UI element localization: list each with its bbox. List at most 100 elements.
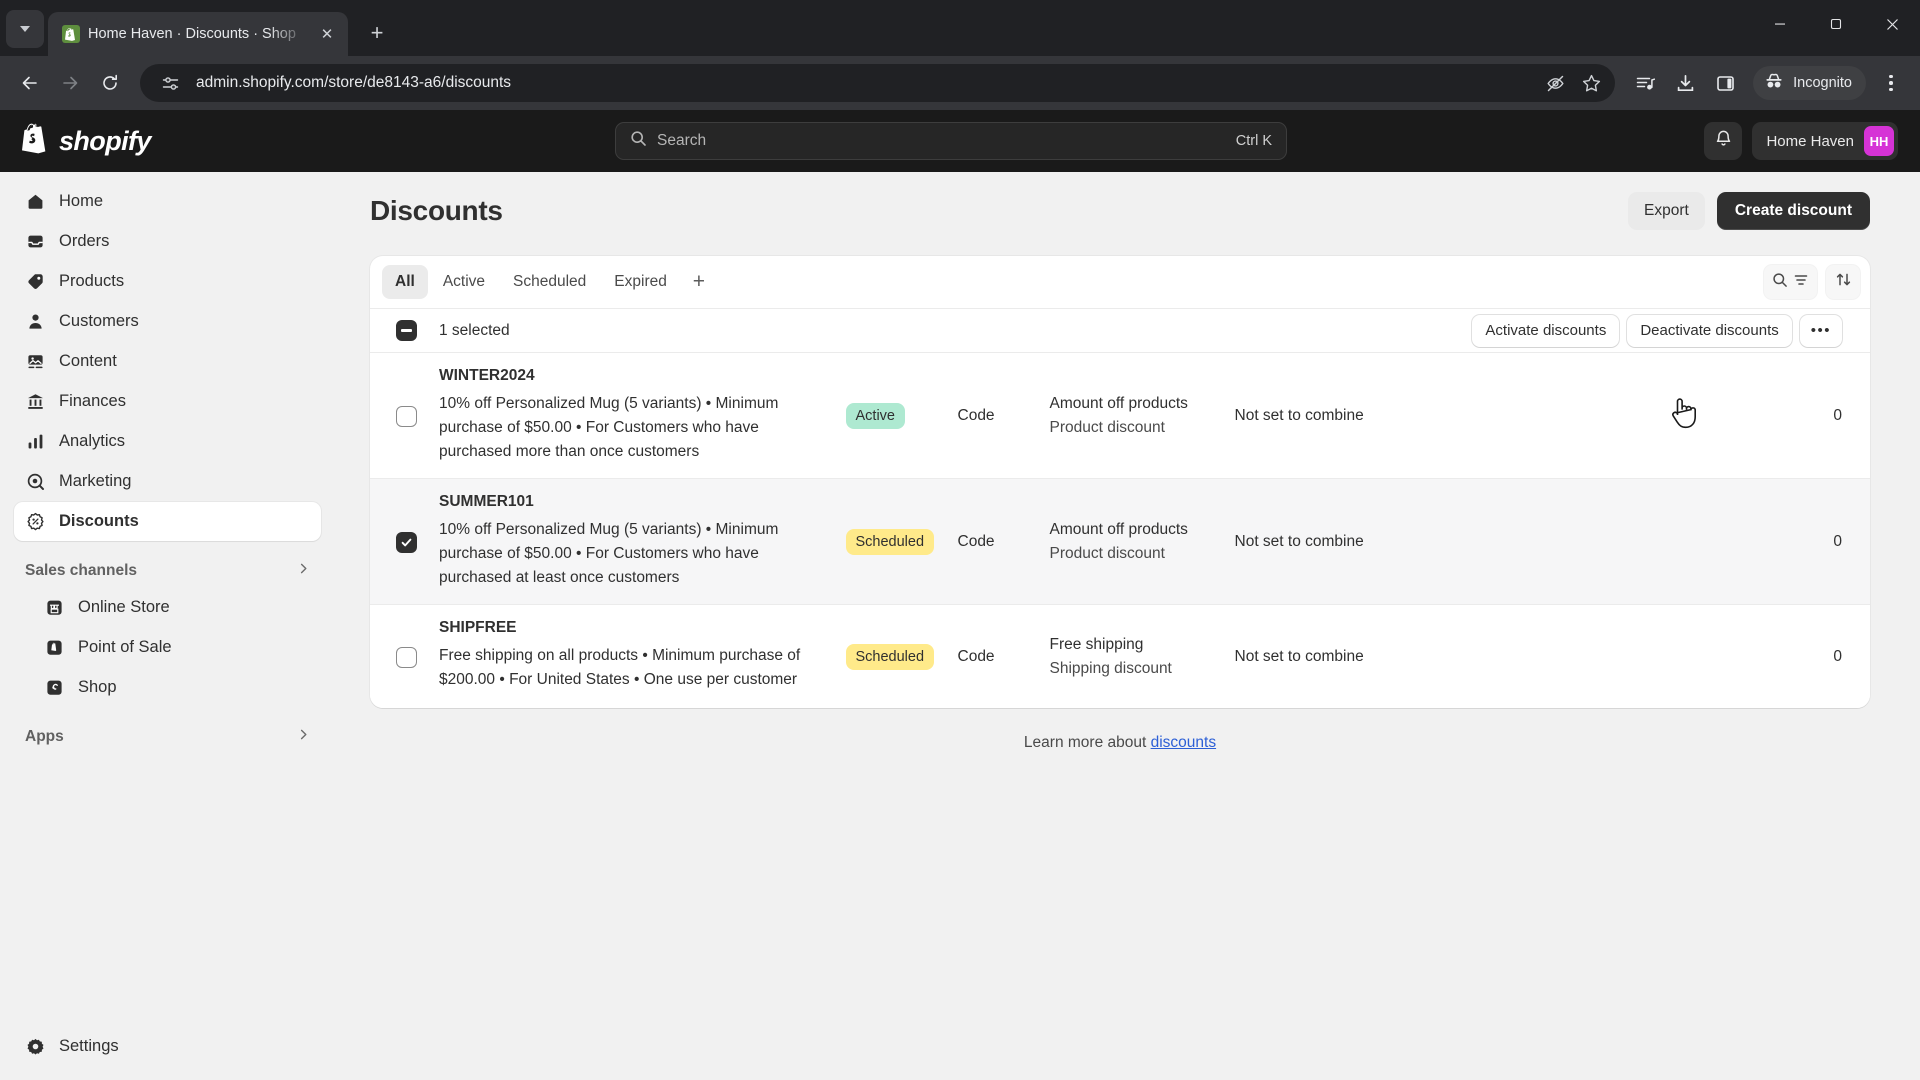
discounts-help-link[interactable]: discounts (1151, 734, 1216, 751)
sidebar-item-marketing[interactable]: Marketing (14, 462, 321, 501)
forward-arrow-icon[interactable] (52, 65, 88, 101)
learn-more: Learn more about discounts (370, 734, 1870, 752)
notifications-button[interactable] (1704, 122, 1743, 160)
row-status: Active (845, 367, 958, 464)
sidebar-item-products[interactable]: Products (14, 262, 321, 301)
tab-expired[interactable]: Expired (601, 265, 680, 299)
hide-password-icon[interactable] (1539, 67, 1571, 99)
minimize-icon[interactable] (1752, 0, 1808, 48)
tab-all[interactable]: All (382, 265, 428, 299)
browser-tab[interactable]: Home Haven · Discounts · Shop ✕ (48, 12, 348, 56)
discount-type-sub: Shipping discount (1049, 659, 1172, 677)
playlist-icon[interactable] (1627, 65, 1663, 101)
selected-count-label: 1 selected (439, 321, 510, 339)
bar-chart-icon (25, 431, 46, 452)
pos-icon (44, 637, 65, 658)
row-checkbox[interactable] (396, 532, 417, 554)
split-panel-icon[interactable] (1707, 65, 1743, 101)
sidebar-item-finances[interactable]: Finances (14, 382, 321, 421)
discount-method: Code (957, 647, 995, 665)
star-icon[interactable] (1575, 67, 1607, 99)
filter-tabs: All Active Scheduled Expired + (370, 256, 1870, 308)
chevron-right-icon[interactable] (297, 728, 310, 746)
sidebar-item-discounts[interactable]: Discounts (14, 502, 321, 541)
sidebar-item-settings[interactable]: Settings (14, 1024, 321, 1068)
person-icon (25, 311, 46, 332)
address-bar[interactable]: admin.shopify.com/store/de8143-a6/discou… (140, 64, 1616, 102)
sidebar-item-online-store[interactable]: Online Store (14, 588, 321, 627)
main-content: Discounts Export Create discount All Act… (335, 172, 1920, 1080)
row-main: WINTER2024 10% off Personalized Mug (5 v… (439, 367, 846, 464)
create-discount-button[interactable]: Create discount (1716, 192, 1870, 230)
discount-type-main: Free shipping (1049, 635, 1144, 653)
tag-icon (25, 271, 46, 292)
discount-combinations: Not set to combine (1234, 647, 1364, 665)
sidebar-item-point-of-sale[interactable]: Point of Sale (14, 628, 321, 667)
sidebar-section-label: Sales channels (25, 562, 138, 579)
row-main: SHIPFREE Free shipping on all products •… (439, 619, 846, 694)
discount-description: 10% off Personalized Mug (5 variants) • … (439, 521, 779, 587)
incognito-profile-button[interactable]: Incognito (1753, 66, 1866, 100)
table-row[interactable]: SHIPFREE Free shipping on all products •… (370, 604, 1870, 709)
discount-method: Code (957, 406, 995, 424)
maximize-icon[interactable] (1808, 0, 1864, 48)
sidebar-item-label: Analytics (59, 432, 126, 450)
row-checkbox[interactable] (396, 406, 417, 428)
sidebar-item-customers[interactable]: Customers (14, 302, 321, 341)
sidebar-item-content[interactable]: Content (14, 342, 321, 381)
sidebar-section-apps[interactable]: Apps (14, 720, 321, 754)
avatar: HH (1864, 126, 1894, 156)
window-close-icon[interactable] (1864, 0, 1920, 48)
row-checkbox[interactable] (396, 647, 417, 669)
sidebar-section-sales-channels[interactable]: Sales channels (14, 554, 321, 588)
admin-topbar: shopify Search Ctrl K Home Haven HH (0, 110, 1920, 172)
browser-tab-title: Home Haven · Discounts · Shop (88, 26, 296, 42)
back-arrow-icon[interactable] (12, 65, 48, 101)
sidebar-item-shop[interactable]: Shop (14, 668, 321, 707)
add-view-button[interactable]: + (682, 265, 716, 299)
new-tab-button[interactable]: + (360, 16, 394, 50)
sidebar-item-orders[interactable]: Orders (14, 222, 321, 261)
status-badge: Active (845, 402, 905, 429)
sort-button[interactable] (1826, 265, 1860, 299)
home-icon (25, 191, 46, 212)
site-settings-icon[interactable] (154, 67, 186, 99)
chevron-down-icon (20, 26, 30, 32)
discount-type-sub: Product discount (1049, 418, 1165, 436)
tab-active[interactable]: Active (430, 265, 498, 299)
storefront-icon (44, 597, 65, 618)
store-account-button[interactable]: Home Haven HH (1752, 122, 1898, 160)
discount-used-count: 0 (1833, 647, 1842, 665)
select-all-checkbox[interactable] (396, 320, 417, 341)
search-filter-button[interactable] (1764, 265, 1817, 299)
reload-icon[interactable] (92, 65, 128, 101)
more-actions-button[interactable]: ••• (1799, 314, 1842, 347)
image-icon (25, 351, 46, 372)
chevron-right-icon[interactable] (297, 562, 310, 580)
sort-arrows-icon (1835, 271, 1852, 293)
shopify-logo[interactable]: shopify (22, 123, 151, 159)
discount-description: 10% off Personalized Mug (5 variants) • … (439, 395, 779, 461)
sidebar-item-analytics[interactable]: Analytics (14, 422, 321, 461)
tab-search-button[interactable] (6, 10, 44, 48)
discount-type-main: Amount off products (1049, 394, 1188, 412)
shopify-favicon (62, 25, 80, 43)
row-checkbox-wrap (396, 493, 417, 590)
table-row[interactable]: SUMMER101 10% off Personalized Mug (5 va… (370, 478, 1870, 605)
close-icon[interactable]: ✕ (316, 23, 338, 45)
kebab-menu-icon[interactable] (1874, 66, 1908, 100)
sidebar-item-label: Orders (59, 232, 110, 250)
discount-type-main: Amount off products (1049, 520, 1188, 538)
tab-scheduled[interactable]: Scheduled (500, 265, 599, 299)
sidebar-item-label: Online Store (78, 598, 170, 616)
activate-discounts-button[interactable]: Activate discounts (1472, 314, 1620, 347)
row-status: Scheduled (845, 493, 958, 590)
search-input[interactable]: Search Ctrl K (615, 122, 1287, 160)
sidebar: Home Orders Products Customers Content F… (0, 172, 335, 1080)
deactivate-discounts-button[interactable]: Deactivate discounts (1627, 314, 1792, 347)
download-icon[interactable] (1667, 65, 1703, 101)
table-row[interactable]: WINTER2024 10% off Personalized Mug (5 v… (370, 352, 1870, 479)
discount-type-sub: Product discount (1049, 544, 1165, 562)
sidebar-item-home[interactable]: Home (14, 182, 321, 221)
export-button[interactable]: Export (1628, 192, 1705, 230)
